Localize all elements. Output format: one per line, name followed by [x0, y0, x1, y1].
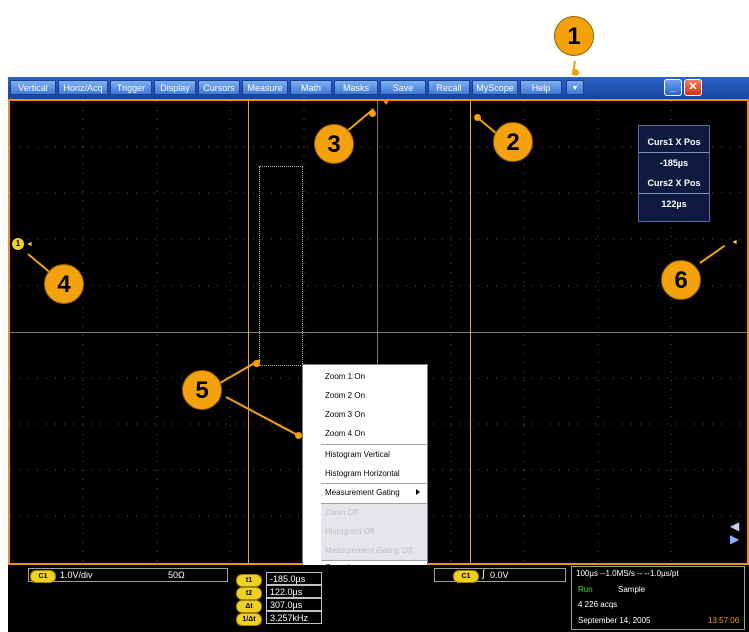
menu-item-measurement-gating[interactable]: Measurement Gating — [303, 483, 427, 502]
menu-item-histogram-off: Histogram Off — [325, 527, 375, 536]
trigger-level: 0.0V — [490, 570, 509, 580]
menu-horiz-acq[interactable]: Horiz/Acq — [58, 80, 108, 95]
callout-5: 5 — [182, 370, 222, 410]
cursor-readout: Curs1 X Pos -185µs Curs2 X Pos 122µs — [638, 125, 710, 222]
menu-save[interactable]: Save — [380, 80, 426, 95]
date: September 14, 2005 — [578, 616, 651, 625]
menu-bar: Vertical Horiz/Acq Trigger Display Curso… — [8, 77, 749, 99]
cursor-delta-value: 307.0µs — [266, 598, 322, 611]
menu-math[interactable]: Math — [290, 80, 332, 95]
curs1-value: -185µs — [639, 152, 709, 173]
scroll-right-icon[interactable]: ▶ — [730, 533, 739, 545]
acq-count: 4 226 acqs — [578, 600, 618, 609]
trigger-level-icon[interactable]: ◄ — [731, 239, 738, 246]
scroll-left-icon[interactable]: ◀ — [730, 520, 739, 532]
vertical-scale: 1.0V/div — [60, 570, 93, 580]
callout-3: 3 — [314, 124, 354, 164]
menu-item-histogram-vertical[interactable]: Histogram Vertical — [303, 445, 427, 464]
callout-5-anchor-b — [295, 432, 302, 439]
cursor-delta-chip: Δt — [236, 600, 262, 613]
horizontal-settings: 100µs --1.0MS/s -- --1.0µs/pt — [576, 569, 679, 578]
rising-edge-icon: ∫ — [482, 569, 485, 580]
acq-mode: Sample — [618, 585, 646, 594]
cursor-2-line[interactable] — [470, 101, 471, 563]
menu-masks[interactable]: Masks — [334, 80, 378, 95]
menu-help[interactable]: Help — [520, 80, 562, 95]
menu-item-zoom-off: Zoom Off — [325, 508, 359, 517]
menu-item-zoom3-on[interactable]: Zoom 3 On — [303, 405, 427, 424]
menu-item-zoom4-on[interactable]: Zoom 4 On — [303, 424, 427, 443]
menu-vertical[interactable]: Vertical — [10, 80, 56, 95]
cursor-1-line[interactable] — [248, 101, 249, 563]
cursor-t1-value: -185.0µs — [266, 572, 322, 585]
curs1-label: Curs1 X Pos — [647, 137, 701, 147]
triangle-down-icon[interactable]: ▼ — [566, 80, 584, 95]
cursor-t2-value: 122.0µs — [266, 585, 322, 598]
context-menu: Zoom 1 On Zoom 2 On Zoom 3 On Zoom 4 On … — [302, 364, 428, 578]
menu-item-zoom2-on[interactable]: Zoom 2 On — [303, 386, 427, 405]
channel-1-marker[interactable]: 1 — [12, 238, 24, 250]
callout-5-anchor-a — [253, 360, 260, 367]
channel-chip: C1 — [30, 570, 56, 583]
submenu-arrow-icon — [416, 489, 420, 495]
selection-box[interactable] — [259, 166, 303, 366]
callout-4: 4 — [44, 264, 84, 304]
trigger-chip: C1 — [453, 570, 479, 583]
callout-2-anchor — [474, 114, 481, 121]
callout-1: 1 — [554, 16, 594, 56]
cursor-freq-chip: 1/Δt — [236, 613, 262, 626]
menu-trigger[interactable]: Trigger — [110, 80, 152, 95]
cursor-t1-chip: t1 — [236, 574, 262, 587]
callout-1-anchor — [572, 69, 579, 76]
menu-recall[interactable]: Recall — [428, 80, 470, 95]
menu-item-histogram-horizontal[interactable]: Histogram Horizontal — [303, 464, 427, 483]
menu-display[interactable]: Display — [154, 80, 196, 95]
cursor-freq-value: 3.257kHz — [266, 611, 322, 624]
run-state: Run — [578, 585, 593, 594]
curs2-value: 122µs — [639, 193, 709, 214]
time: 13:57:06 — [708, 616, 740, 625]
curs2-label: Curs2 X Pos — [647, 178, 701, 188]
close-icon[interactable]: ✕ — [684, 79, 702, 96]
menu-myscope[interactable]: MyScope — [472, 80, 518, 95]
impedance: 50Ω — [168, 570, 185, 580]
trigger-position-icon[interactable] — [382, 101, 390, 105]
minimize-icon[interactable]: _ — [664, 79, 682, 96]
status-panel: C1 1.0V/div 50Ω t1 -185.0µs t2 122.0µs Δ… — [8, 565, 749, 632]
callout-3-anchor — [369, 110, 376, 117]
menu-measure[interactable]: Measure — [242, 80, 288, 95]
menu-cursors[interactable]: Cursors — [198, 80, 240, 95]
cursor-t2-chip: t2 — [236, 587, 262, 600]
channel-readout[interactable] — [28, 568, 228, 582]
ch1-arrow-icon: ◄ — [26, 241, 33, 248]
menu-item-zoom1-on[interactable]: Zoom 1 On — [303, 367, 427, 386]
callout-6: 6 — [661, 260, 701, 300]
callout-2: 2 — [493, 122, 533, 162]
